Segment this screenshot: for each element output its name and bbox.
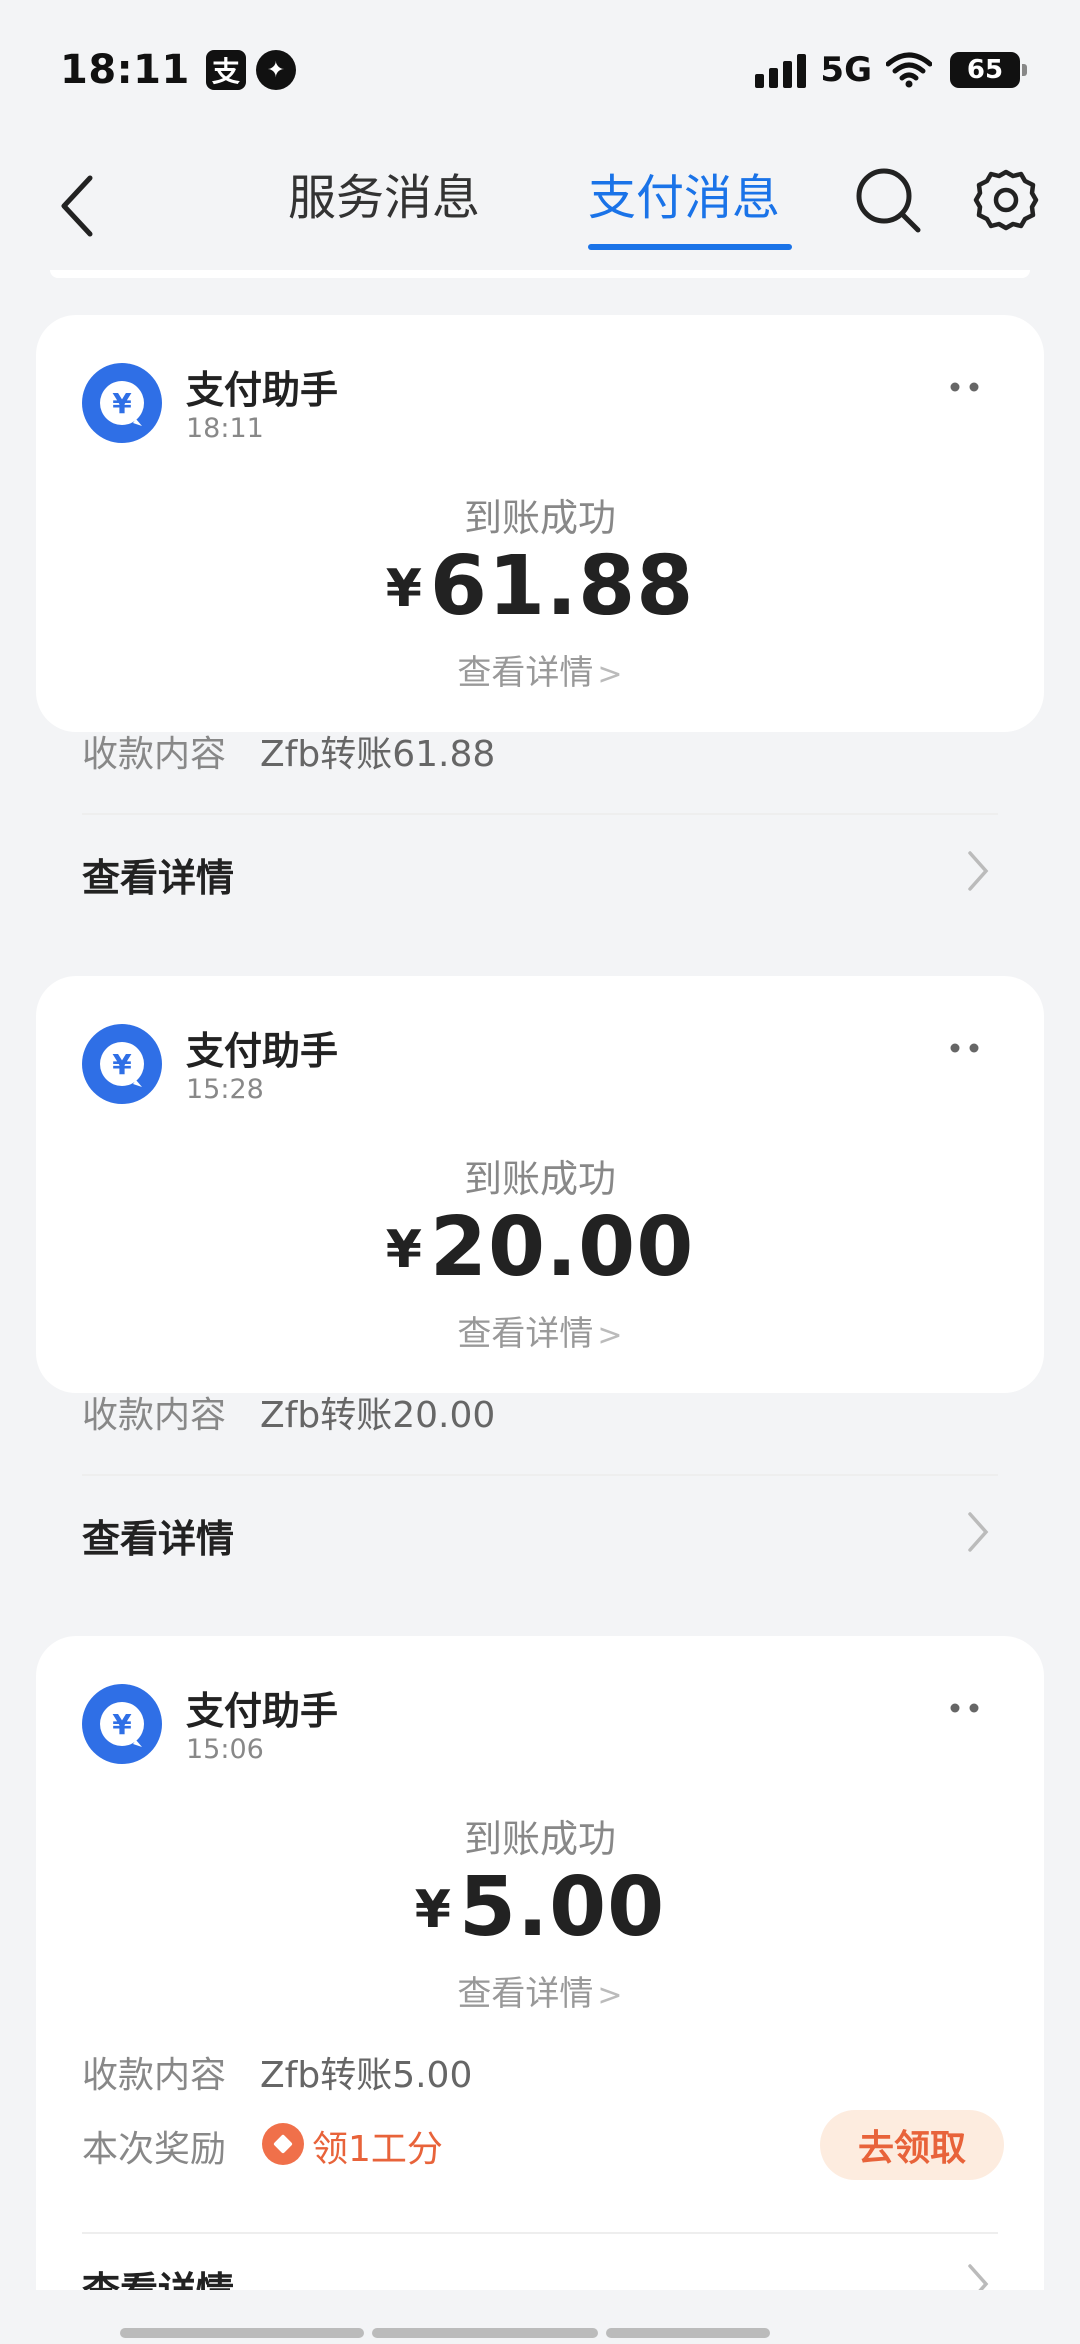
- chevron-right-icon: >: [597, 1978, 623, 2013]
- tab-payment-messages[interactable]: 支付消息: [588, 158, 780, 228]
- currency-symbol: ¥: [414, 1880, 451, 1940]
- card-sender: 支付助手: [186, 368, 339, 412]
- search-icon[interactable]: [852, 164, 924, 236]
- payment-assistant-avatar: ¥: [82, 1024, 162, 1104]
- content-label: 收款内容: [82, 734, 227, 775]
- chevron-right-icon[interactable]: [964, 849, 992, 893]
- claim-reward-button[interactable]: 去领取: [820, 2110, 1004, 2180]
- card-sender: 支付助手: [186, 1029, 339, 1073]
- content-label: 收款内容: [82, 1395, 227, 1436]
- card-sender: 支付助手: [186, 1689, 339, 1733]
- previous-card-edge: [50, 270, 1030, 278]
- chevron-right-icon[interactable]: [964, 1510, 992, 1554]
- footer-view-details[interactable]: 查看详情: [82, 1508, 234, 1563]
- divider: [82, 2232, 998, 2234]
- card-time: 18:11: [186, 413, 264, 444]
- yen-icon: ¥: [100, 1042, 144, 1087]
- payment-assistant-avatar: ¥: [82, 363, 162, 443]
- payment-status: 到账成功: [463, 1817, 616, 1861]
- currency-symbol: ¥: [385, 559, 422, 619]
- status-bar: 18:11 支 ✦ 5G 65: [0, 0, 1080, 140]
- nav-header: 服务消息 支付消息: [0, 140, 1080, 270]
- payment-card[interactable]: ¥ 支付助手 15:06 到账成功 ¥5.00 查看详情 > 收款内容 Zfb转账…: [36, 1636, 1044, 2290]
- currency-symbol: ¥: [385, 1220, 422, 1280]
- divider: [82, 813, 998, 815]
- card-time: 15:06: [186, 1734, 264, 1765]
- active-tab-indicator: [588, 244, 792, 250]
- home-indicator: [120, 2328, 770, 2338]
- back-arrow-icon[interactable]: [50, 166, 110, 246]
- view-details-text: 查看详情: [457, 1314, 594, 1354]
- app-notification-icon: ✦: [255, 50, 296, 90]
- status-indicators: 5G 65: [755, 50, 1027, 90]
- wifi-icon: [886, 52, 932, 88]
- amount-value: 61.88: [429, 539, 695, 634]
- payment-status: 到账成功: [463, 496, 616, 540]
- payment-amount: ¥5.00: [36, 1860, 1044, 1955]
- more-options-icon[interactable]: [948, 1042, 982, 1054]
- tab-service-messages[interactable]: 服务消息: [288, 158, 480, 228]
- reward-points-icon: [262, 2123, 304, 2165]
- view-details-link[interactable]: 查看详情 >: [36, 1966, 1044, 2015]
- footer-view-details[interactable]: 查看详情: [82, 2260, 234, 2290]
- svg-text:¥: ¥: [112, 1048, 132, 1081]
- payment-card[interactable]: ¥ 支付助手 18:11 到账成功 ¥61.88 查看详情 > 收款内容 Zfb转…: [36, 315, 1044, 900]
- reward-label: 本次奖励: [82, 2129, 227, 2170]
- payment-amount: ¥61.88: [36, 539, 1044, 634]
- cellular-signal-icon: [755, 52, 807, 88]
- view-details-text: 查看详情: [457, 653, 594, 693]
- message-list[interactable]: ¥ 支付助手 18:11 到账成功 ¥61.88 查看详情 > 收款内容 Zfb转…: [36, 270, 1044, 2290]
- footer-view-details[interactable]: 查看详情: [82, 847, 234, 902]
- battery-level: 65: [966, 55, 1004, 85]
- payment-status: 到账成功: [463, 1157, 616, 1201]
- view-details-link[interactable]: 查看详情 >: [36, 645, 1044, 694]
- more-options-icon[interactable]: [948, 1702, 982, 1714]
- network-type: 5G: [820, 50, 872, 90]
- view-details-link[interactable]: 查看详情 >: [36, 1306, 1044, 1355]
- gear-icon[interactable]: [972, 166, 1040, 234]
- view-details-text: 查看详情: [457, 1974, 594, 2014]
- payment-card[interactable]: ¥ 支付助手 15:28 到账成功 ¥20.00 查看详情 > 收款内容 Zfb转…: [36, 976, 1044, 1561]
- chevron-right-icon: >: [597, 657, 623, 692]
- content-value: Zfb转账61.88: [260, 734, 496, 775]
- payment-amount: ¥20.00: [36, 1200, 1044, 1295]
- divider: [82, 1474, 998, 1476]
- yen-icon: ¥: [100, 1702, 144, 1747]
- payment-assistant-avatar: ¥: [82, 1684, 162, 1764]
- alipay-notification-icon: 支: [205, 50, 246, 90]
- content-value: Zfb转账20.00: [260, 1395, 496, 1436]
- reward-text: 领1工分: [312, 2129, 443, 2170]
- content-value: Zfb转账5.00: [260, 2055, 473, 2096]
- status-time: 18:11: [60, 47, 190, 93]
- svg-text:¥: ¥: [112, 1708, 132, 1741]
- chevron-right-icon[interactable]: [964, 2262, 992, 2290]
- chevron-right-icon: >: [597, 1318, 623, 1353]
- amount-value: 20.00: [429, 1200, 695, 1295]
- yen-icon: ¥: [100, 381, 144, 426]
- battery-icon: 65: [950, 52, 1027, 88]
- svg-text:¥: ¥: [112, 387, 132, 420]
- more-options-icon[interactable]: [948, 381, 982, 393]
- card-time: 15:28: [186, 1074, 264, 1105]
- amount-value: 5.00: [458, 1860, 666, 1955]
- content-label: 收款内容: [82, 2055, 227, 2096]
